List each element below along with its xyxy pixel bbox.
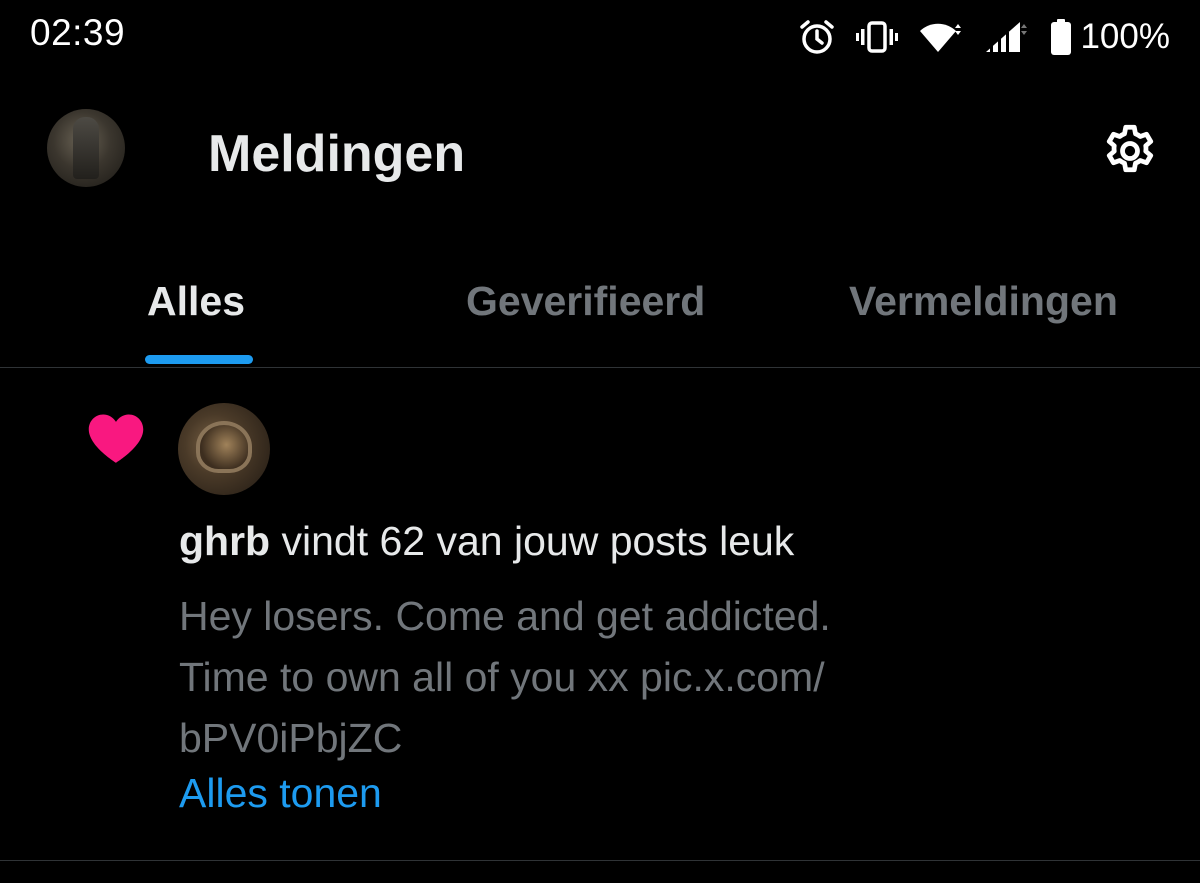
notification-username[interactable]: ghrb	[179, 518, 270, 564]
tab-geverifieerd[interactable]: Geverifieerd	[466, 278, 705, 325]
signal-icon	[984, 20, 1030, 54]
user-avatar[interactable]	[178, 403, 270, 495]
tab-bar: Alles Geverifieerd Vermeldingen	[0, 262, 1200, 367]
gear-icon	[1106, 124, 1154, 173]
settings-button[interactable]	[1099, 120, 1161, 182]
active-tab-indicator	[145, 355, 253, 364]
post-line: Hey losers. Come and get addicted.	[179, 593, 831, 639]
battery-percentage: 100%	[1080, 17, 1170, 56]
show-all-link[interactable]: Alles tonen	[179, 770, 382, 817]
notification-action-text: vindt 62 van jouw posts leuk	[281, 518, 795, 564]
status-time: 02:39	[30, 12, 126, 53]
page-title: Meldingen	[208, 125, 466, 183]
tabs-divider	[0, 367, 1200, 368]
wifi-icon	[918, 20, 964, 54]
status-icons: 100%	[798, 14, 1170, 60]
heart-icon	[86, 412, 146, 464]
battery-icon	[1051, 19, 1072, 55]
vibrate-icon	[856, 20, 899, 54]
post-line: Time to own all of you xx pic.x.com/	[179, 654, 825, 700]
profile-avatar[interactable]	[47, 109, 125, 187]
tab-vermeldingen[interactable]: Vermeldingen	[849, 278, 1118, 325]
alarm-icon	[798, 18, 836, 56]
post-line: bPV0iPbjZC	[179, 715, 403, 761]
battery-indicator: 100%	[1050, 17, 1170, 57]
notification-divider	[0, 860, 1200, 861]
post-preview[interactable]: Hey losers. Come and get addicted. Time …	[179, 586, 959, 769]
notification-headline[interactable]: ghrb vindt 62 van jouw posts leuk	[179, 518, 794, 565]
tab-alles[interactable]: Alles	[147, 278, 245, 325]
